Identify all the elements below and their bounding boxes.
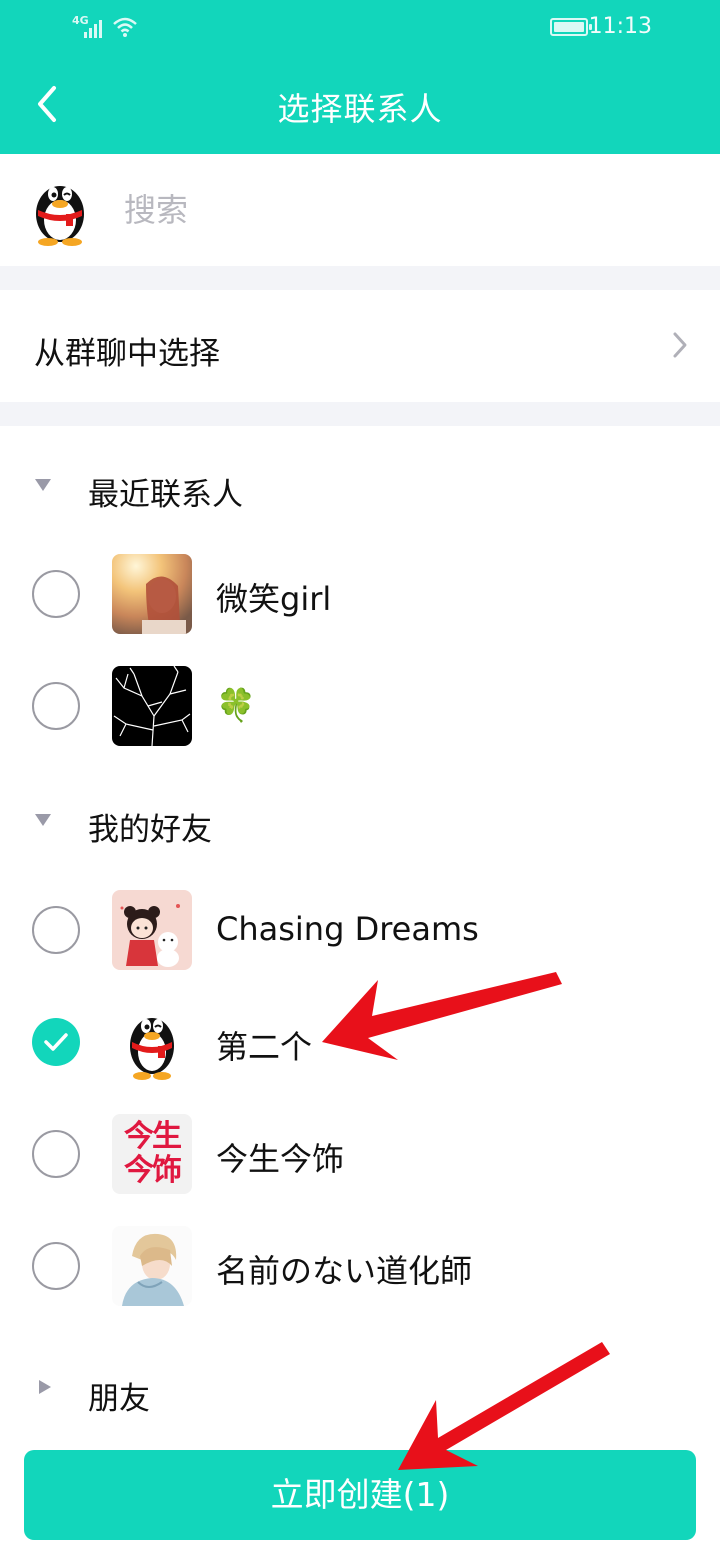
search-input[interactable] [124,188,684,232]
unchecked-circle-icon[interactable] [32,906,80,954]
contact-row[interactable]: Chasing Dreams [0,874,720,986]
status-bar: 4G 11:13 [0,0,720,56]
divider [0,402,720,426]
contact-row[interactable]: 微笑girl [0,538,720,650]
unchecked-circle-icon[interactable] [32,682,80,730]
select-from-group-row[interactable]: 从群聊中选择 [0,290,720,402]
avatar [112,554,192,634]
search-bar [0,154,720,266]
contact-name: 今生今饰 [216,1140,345,1178]
section-recent-contacts[interactable]: 最近联系人 [0,433,720,533]
contact-name: 第二个 [216,1028,313,1066]
section-label: 最近联系人 [88,477,243,513]
unchecked-circle-icon[interactable] [32,1130,80,1178]
contact-row[interactable]: 第二个 [0,986,720,1098]
battery-icon [550,18,592,36]
avatar [112,890,192,970]
wifi-icon [113,17,137,37]
unchecked-circle-icon[interactable] [32,570,80,618]
select-from-group-label: 从群聊中选择 [34,336,220,372]
divider [0,266,720,290]
contact-row[interactable]: 🍀 [0,650,720,762]
checked-circle-icon[interactable] [32,1018,80,1066]
triangle-down-icon [35,814,51,826]
section-label: 朋友 [88,1381,150,1417]
avatar [112,666,192,746]
avatar [112,1226,192,1306]
chevron-right-icon [673,332,687,358]
section-label: 我的好友 [88,812,212,848]
app-header: 选择联系人 [0,56,720,154]
section-pengyou[interactable]: 朋友 [0,1337,720,1437]
contact-name: 微笑girl [216,580,332,618]
clock: 11:13 [588,14,652,39]
avatar: 今生 今饰 [112,1114,192,1194]
avatar-text: 今饰 [124,1153,182,1188]
avatar-text: 今生 [124,1119,182,1154]
contact-name: Chasing Dreams [216,910,479,948]
create-now-button[interactable]: 立即创建(1) [24,1450,696,1540]
contact-name: 🍀 [216,686,256,724]
contact-row[interactable]: 名前のない道化師 [0,1210,720,1322]
contact-row[interactable]: 今生 今饰 今生今饰 [0,1098,720,1210]
unchecked-circle-icon[interactable] [32,1242,80,1290]
signal-icon [84,20,102,38]
qq-penguin-icon [36,186,84,246]
contact-name: 名前のない道化師 [216,1252,473,1290]
section-my-friends[interactable]: 我的好友 [0,768,720,868]
triangle-down-icon [35,479,51,491]
avatar [112,1002,192,1082]
page-title: 选择联系人 [277,90,443,128]
triangle-right-icon [39,1380,51,1394]
checkmark-icon [44,1033,68,1051]
